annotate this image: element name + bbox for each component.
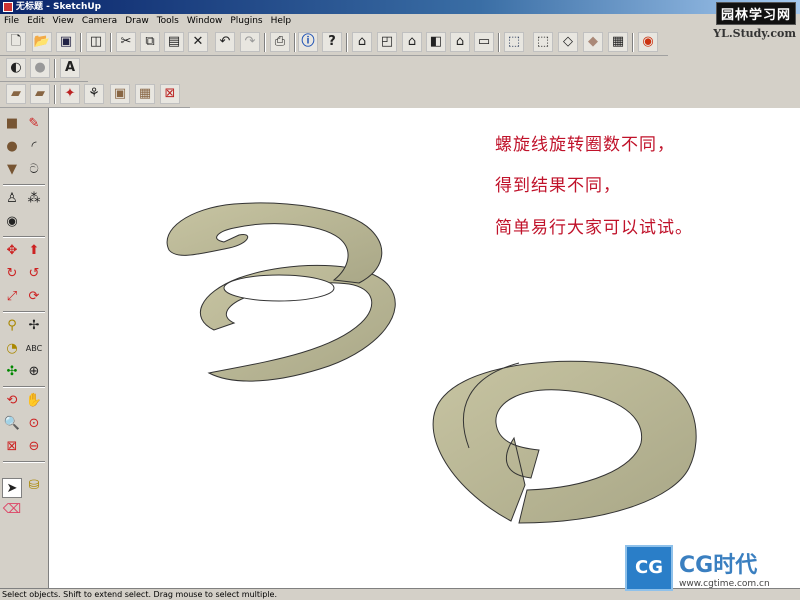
eraser-icon[interactable]: ⌫: [2, 500, 22, 520]
menu-view[interactable]: View: [49, 14, 78, 29]
dimension-tool-icon[interactable]: ABC: [24, 339, 44, 359]
intersect-icon[interactable]: ▣: [110, 84, 130, 104]
select-arrow-icon[interactable]: ➤: [2, 478, 22, 498]
watermark-yl-study: 园林学习网 YL.Study.com: [713, 2, 796, 40]
tool-palette: ■ ✎ ● ◜ ▼ ට ♙ ⁂ ◉ ✥ ⬆ ↻ ↺ ⤢ ⟳ ⚲ ✢ ◔ ABC …: [0, 108, 49, 588]
cg-logo-box: CG: [625, 545, 673, 591]
menu-window[interactable]: Window: [183, 14, 227, 29]
tape-measure-icon[interactable]: ⚲: [2, 316, 22, 336]
axes-tool-icon[interactable]: ✢: [24, 316, 44, 336]
shaded-icon[interactable]: ◆: [583, 32, 603, 52]
undo-icon[interactable]: ↶: [215, 32, 235, 52]
model-drawing: [166, 202, 697, 524]
sandbox-icon[interactable]: ▰: [30, 84, 50, 104]
flip-icon[interactable]: ▦: [135, 84, 155, 104]
google-earth-icon[interactable]: ◉: [638, 32, 658, 52]
move-icon[interactable]: ⚘: [84, 84, 104, 104]
cg-logo-url: www.cgtime.com.cn: [679, 579, 770, 589]
annotation-line-1: 螺旋线旋转圈数不同，: [495, 135, 675, 155]
back-view-icon[interactable]: ⌂: [450, 32, 470, 52]
follow-me-icon[interactable]: ✦: [60, 84, 80, 104]
section-plane-icon[interactable]: ▰: [6, 84, 26, 104]
hidden-line-icon[interactable]: ◇: [558, 32, 578, 52]
3d-text-icon[interactable]: ⊕: [24, 362, 44, 382]
menu-tools[interactable]: Tools: [153, 14, 183, 29]
cut-icon[interactable]: ✂: [116, 32, 136, 52]
shadow-toolbar: ◐ ● A: [0, 56, 88, 82]
paste-icon[interactable]: ▤: [164, 32, 184, 52]
title-bar: 无标题 - SketchUp: [0, 0, 800, 14]
footprint-icon[interactable]: ⁂: [24, 189, 44, 209]
edit-toolbar: ▰ ▰ ✦ ⚘ ▣ ▦ ⊠: [0, 82, 190, 108]
text-tool-icon[interactable]: ✣: [2, 362, 22, 382]
rectangle-tool-icon[interactable]: ■: [2, 114, 22, 134]
window-title: 无标题 - SketchUp: [16, 2, 102, 12]
xray-icon[interactable]: ⬚: [504, 32, 524, 52]
fog-icon[interactable]: ●: [30, 58, 50, 78]
menu-edit[interactable]: Edit: [23, 14, 48, 29]
orbit-icon[interactable]: ⟲: [2, 391, 22, 411]
push-pull-icon[interactable]: ⬆: [24, 241, 44, 261]
menu-file[interactable]: File: [0, 14, 23, 29]
app-icon: [3, 2, 13, 12]
drawing-canvas[interactable]: 螺旋线旋转圈数不同， 得到结果不同， 简单易行大家可以试试。: [49, 108, 800, 588]
wireframe-icon[interactable]: ⬚: [533, 32, 553, 52]
top-view-icon[interactable]: ◰: [377, 32, 397, 52]
new-file-icon[interactable]: 🗋: [6, 32, 26, 52]
open-folder-icon[interactable]: 📂: [32, 32, 52, 52]
walk-tool-icon[interactable]: ♙: [2, 189, 22, 209]
watermark-en: YL.Study.com: [713, 27, 796, 40]
annotation-line-2: 得到结果不同，: [495, 176, 621, 196]
arc-tool-icon[interactable]: ◜: [24, 137, 44, 157]
annotation-line-3: 简单易行大家可以试试。: [495, 218, 693, 238]
circle-tool-icon[interactable]: ●: [2, 137, 22, 157]
main-toolbar: 🗋 📂 ▣ ◫ ✂ ⧉ ▤ ✕ ↶ ↷ ⎙ ⓘ ? ⌂ ◰ ⌂ ◧ ⌂ ▭ ⬚ …: [0, 30, 668, 56]
menu-bar: File Edit View Camera Draw Tools Window Plugins…: [0, 14, 800, 29]
previous-view-icon[interactable]: ⊖: [24, 437, 44, 457]
close-icon[interactable]: ⊠: [160, 84, 180, 104]
paint-bucket-icon[interactable]: ⛁: [24, 476, 44, 496]
front-view-icon[interactable]: ⌂: [402, 32, 422, 52]
menu-draw[interactable]: Draw: [121, 14, 153, 29]
follow-me-tool-icon[interactable]: ↺: [24, 264, 44, 284]
zoom-extents-icon[interactable]: ⊠: [2, 437, 22, 457]
menu-help[interactable]: Help: [267, 14, 296, 29]
protractor-icon[interactable]: ◔: [2, 339, 22, 359]
help-icon[interactable]: ?: [322, 32, 342, 52]
shaded-texture-icon[interactable]: ▦: [608, 32, 628, 52]
menu-camera[interactable]: Camera: [78, 14, 121, 29]
menu-plugins[interactable]: Plugins: [226, 14, 266, 29]
zoom-window-icon[interactable]: ⊙: [24, 414, 44, 434]
erase-icon[interactable]: ✕: [188, 32, 208, 52]
polygon-tool-icon[interactable]: ▼: [2, 160, 22, 180]
copy-icon[interactable]: ⧉: [140, 32, 160, 52]
print-icon[interactable]: ⎙: [270, 32, 290, 52]
status-text: Select objects. Shift to extend select. …: [2, 590, 278, 599]
zoom-icon[interactable]: 🔍: [2, 414, 22, 434]
freehand-tool-icon[interactable]: ට: [24, 160, 44, 180]
redo-icon[interactable]: ↷: [240, 32, 260, 52]
orbit-tool-icon[interactable]: ✥: [2, 241, 22, 261]
right-view-icon[interactable]: ◧: [426, 32, 446, 52]
spiral-hole: [223, 274, 335, 302]
scale-tool-icon[interactable]: ⤢: [2, 287, 22, 307]
make-component-icon[interactable]: ◫: [86, 32, 106, 52]
text-style-icon[interactable]: A: [60, 58, 80, 78]
offset-tool-icon[interactable]: ⟳: [24, 287, 44, 307]
cg-logo-text: CG时代: [679, 553, 758, 578]
look-around-icon[interactable]: ◉: [2, 212, 22, 232]
shadows-icon[interactable]: ◐: [6, 58, 26, 78]
flat-spiral-ring[interactable]: [432, 360, 697, 524]
rotate-tool-icon[interactable]: ↻: [2, 264, 22, 284]
left-view-icon[interactable]: ▭: [474, 32, 494, 52]
model-info-icon[interactable]: ⓘ: [298, 32, 318, 52]
watermark-cn: 园林学习网: [715, 2, 796, 25]
watermark-cgtime: CG CG时代 www.cgtime.com.cn: [625, 545, 795, 595]
save-icon[interactable]: ▣: [56, 32, 76, 52]
pan-hand-icon[interactable]: ✋: [24, 391, 44, 411]
line-tool-icon[interactable]: ✎: [24, 114, 44, 134]
iso-view-icon[interactable]: ⌂: [352, 32, 372, 52]
